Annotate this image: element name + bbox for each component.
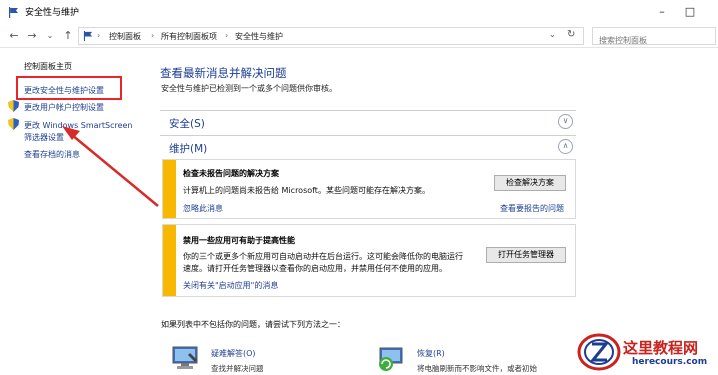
- up-arrow-icon[interactable]: ↑: [60, 28, 76, 44]
- flag-icon: [9, 7, 18, 18]
- recovery-link[interactable]: 恢复(R): [417, 348, 445, 359]
- forward-arrow-icon[interactable]: →: [24, 28, 40, 44]
- watermark-url: herecours.com: [632, 357, 708, 367]
- watermark-logo: [577, 333, 621, 371]
- card-title: 检查未报告问题的解决方案: [183, 169, 279, 178]
- page-subtitle: 安全性与维护已检测到一个或多个问题供你审核。: [161, 84, 337, 93]
- breadcrumb-separator: ›: [97, 31, 101, 40]
- open-task-manager-button[interactable]: 打开任务管理器: [486, 247, 566, 263]
- turn-off-startup-message-link[interactable]: 关闭有关"启动应用"的消息: [183, 280, 278, 291]
- breadcrumb-control-panel[interactable]: 控制面板: [109, 31, 141, 42]
- recent-dropdown-icon[interactable]: ⌄: [42, 28, 58, 44]
- alternatives-text: 如果列表中不包括你的问题，请尝试下列方法之一：: [161, 320, 345, 329]
- card-text: 计算机上的问题尚未报告给 Microsoft。某些问题可能存在解决方案。: [183, 186, 430, 195]
- window-title: 安全性与维护: [25, 8, 80, 18]
- warning-bar: [163, 225, 176, 296]
- breadcrumb-separator: ›: [225, 31, 229, 40]
- search-box[interactable]: [592, 27, 716, 49]
- address-bar[interactable]: › 控制面板 › 所有控制面板项 › 安全性与维护 ⌄ ↻: [78, 27, 584, 45]
- sidebar-item-change-uac-settings[interactable]: 更改用户帐户控制设置: [24, 102, 104, 113]
- flag-icon: [83, 31, 93, 41]
- recovery-desc: 将电脑刷新而不影响文件，或者初始: [417, 364, 537, 373]
- title-bar: 安全性与维护 – □: [0, 0, 718, 24]
- security-section-title: 安全(S): [169, 118, 205, 130]
- back-arrow-icon[interactable]: ←: [6, 28, 22, 44]
- security-section-header[interactable]: 安全(S) ∨: [160, 110, 576, 132]
- chevron-down-icon[interactable]: ∨: [558, 114, 573, 129]
- card-text-line-2: 速度。请打开任务管理器以查看你的启动应用，并禁用任何不使用的应用。: [183, 264, 447, 273]
- problem-reports-card: 检查未报告问题的解决方案 计算机上的问题尚未报告给 Microsoft。某些问题…: [162, 159, 576, 219]
- sidebar-item-smartscreen-filter[interactable]: 筛选器设置: [24, 132, 64, 143]
- maintenance-section-header[interactable]: 维护(M) ∧: [160, 135, 576, 157]
- recovery-icon: [379, 347, 403, 371]
- maximize-button[interactable]: □: [676, 4, 704, 22]
- breadcrumb-security-maintenance[interactable]: 安全性与维护: [235, 31, 283, 42]
- view-problems-link[interactable]: 查看要报告的问题: [500, 203, 564, 214]
- sidebar-home-link[interactable]: 控制面板主页: [24, 61, 72, 72]
- warning-bar: [163, 160, 176, 218]
- breadcrumb-separator: ›: [151, 31, 155, 40]
- watermark-text: 这里教程网: [623, 339, 699, 357]
- navigation-bar: ← → ⌄ ↑ › 控制面板 › 所有控制面板项 › 安全性与维护 ⌄ ↻: [0, 24, 718, 49]
- annotation-highlight-box: [16, 76, 122, 100]
- page-title: 查看最新消息并解决问题: [160, 66, 287, 80]
- ignore-message-link[interactable]: 忽略此消息: [183, 203, 223, 214]
- startup-apps-card: 禁用一些应用可有助于提高性能 你的三个或更多个新应用可自动启动并在后台运行。这可…: [162, 224, 576, 297]
- chevron-up-icon[interactable]: ∧: [558, 139, 573, 154]
- breadcrumb-all-items[interactable]: 所有控制面板项: [161, 31, 217, 42]
- sidebar-item-archived-messages[interactable]: 查看存档的消息: [24, 149, 80, 160]
- troubleshooting-icon: [172, 346, 198, 369]
- uac-shield-icon: [8, 100, 19, 112]
- refresh-icon[interactable]: ↻: [567, 29, 575, 40]
- card-title: 禁用一些应用可有助于提高性能: [183, 236, 295, 245]
- address-dropdown-icon[interactable]: ⌄: [549, 30, 556, 39]
- minimize-button[interactable]: –: [648, 4, 676, 22]
- check-solutions-button[interactable]: 检查解决方案: [494, 175, 566, 191]
- sidebar-item-smartscreen[interactable]: 更改 Windows SmartScreen: [24, 120, 133, 131]
- uac-shield-icon: [8, 118, 19, 130]
- maintenance-section-title: 维护(M): [169, 143, 208, 155]
- troubleshooting-link[interactable]: 疑难解答(O): [211, 348, 256, 359]
- troubleshooting-desc: 查找并解决问题: [211, 364, 264, 373]
- search-input[interactable]: [593, 32, 715, 49]
